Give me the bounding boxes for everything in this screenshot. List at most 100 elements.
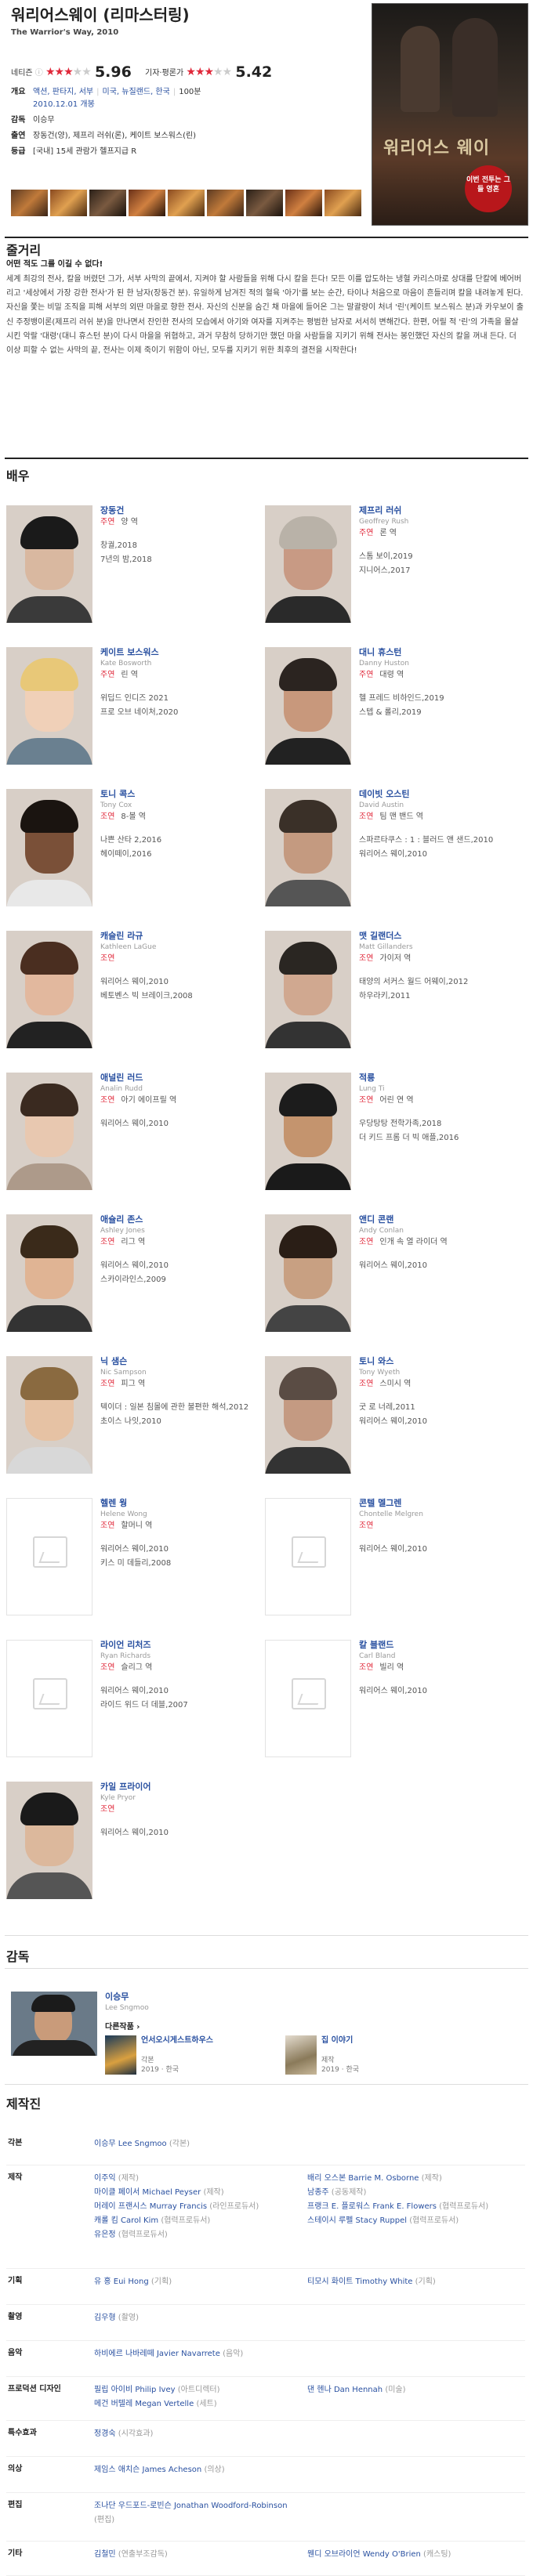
other-works-label[interactable]: 다른작품 ›: [105, 2021, 513, 2033]
actor-photo[interactable]: [265, 1214, 351, 1332]
crew-name[interactable]: 제임스 애치슨 James Acheson: [94, 2466, 201, 2474]
no-photo-placeholder[interactable]: [6, 1498, 92, 1615]
crew-member[interactable]: 메건 버텔레 Megan Vertelle (세트): [94, 2397, 298, 2411]
crew-member[interactable]: 남종주 (공동제작): [307, 2186, 525, 2200]
cast-member[interactable]: 캐슬린 라규 Kathleen LaGue 조연 워리어스 웨이,2010 베토벤스 빅…: [6, 931, 265, 1048]
crew-member[interactable]: 유 홍 Eui Hong (기획): [94, 2275, 298, 2289]
crew-name[interactable]: 하비에르 나바레떼 Javier Navarrete: [94, 2350, 220, 2358]
crew-member[interactable]: 이승무 Lee Sngmoo (각본): [94, 2137, 298, 2151]
crew-name[interactable]: 이주익: [94, 2174, 116, 2183]
director-link[interactable]: 이승무: [33, 114, 364, 127]
actor-work[interactable]: 스텝 & 롤리,2019: [359, 706, 524, 720]
actor-work[interactable]: 초이스 나잇,2010: [100, 1415, 265, 1429]
crew-member[interactable]: 머레이 프랜시스 Murray Francis (라인프로듀서): [94, 2200, 298, 2214]
actor-name[interactable]: 캐슬린 라규: [100, 931, 265, 942]
crew-member[interactable]: 정경숙 (시각효과): [94, 2427, 298, 2441]
actor-photo[interactable]: [6, 789, 92, 906]
still-image[interactable]: [168, 190, 205, 216]
actor-work[interactable]: 워리어스 웨이,2010: [359, 1684, 524, 1699]
cast-member[interactable]: 토니 콕스 Tony Cox 조연 8-볼 역 나쁜 산타 2,2016 헤이떼이,201…: [6, 789, 265, 906]
actor-name[interactable]: 헬렌 웡: [100, 1498, 265, 1509]
genre-link[interactable]: 액션, 판타지, 서부: [33, 88, 93, 96]
cast-member[interactable]: 애널린 러드 Analin Rudd 조연 아기 에이프릴 역 워리어스 웨이,2010: [6, 1073, 265, 1190]
crew-name[interactable]: 마이클 페이서 Michael Peyser: [94, 2188, 201, 2197]
cast-member[interactable]: 대니 휴스턴 Danny Huston 주연 대령 역헬 프레드 비하인드,2019 스…: [265, 647, 524, 765]
actor-work[interactable]: 하우라키,2011: [359, 990, 524, 1004]
still-image[interactable]: [246, 190, 283, 216]
actor-name[interactable]: 애슐리 존스: [100, 1214, 265, 1225]
crew-member[interactable]: 하비에르 나바레떼 Javier Navarrete (음악): [94, 2347, 298, 2361]
actor-work[interactable]: 텍이더 : 일본 침몰에 관한 불편한 해석,2012: [100, 1401, 265, 1415]
crew-name[interactable]: 웬디 오브라이언 Wendy O'Brien: [307, 2550, 421, 2559]
movie-poster[interactable]: 워리어스 웨이 이번 전투는 그들 영혼: [372, 3, 528, 226]
actor-name[interactable]: 카일 프라이어: [100, 1782, 265, 1793]
cast-member[interactable]: 케이트 보스워스 Kate Bosworth 주연 린 역 위딥드 인디즈 2021 프로…: [6, 647, 265, 765]
still-image[interactable]: [50, 190, 87, 216]
actor-name[interactable]: 적룡: [359, 1073, 524, 1084]
release-date[interactable]: 2010.12.01 개봉: [33, 100, 95, 109]
crew-member[interactable]: 김철민 (연출부조감독): [94, 2548, 298, 2562]
no-photo-placeholder[interactable]: [265, 1498, 351, 1615]
country-link[interactable]: 미국, 뉴질랜드, 한국: [103, 88, 170, 96]
crew-member[interactable]: 제임스 애치슨 James Acheson (의상): [94, 2463, 298, 2477]
crew-name[interactable]: 남종주: [307, 2188, 329, 2197]
cast-member[interactable]: 장동건 주연 양 역 창궐,2018 7년의 밤,2018: [6, 505, 265, 623]
actor-work[interactable]: 스카이라인스,2009: [100, 1273, 265, 1287]
info-icon[interactable]: ⓘ: [35, 69, 43, 78]
crew-name[interactable]: 김우형: [94, 2314, 116, 2322]
cast-member[interactable]: 헬렌 웡 Helene Wong 조연 할머니 역 워리어스 웨이,2010 키스 미 데…: [6, 1498, 265, 1615]
crew-member[interactable]: 유은정 (협력프로듀서): [94, 2228, 298, 2242]
crew-member[interactable]: 마이클 페이서 Michael Peyser (제작): [94, 2186, 298, 2200]
cast-member[interactable]: 제프리 러쉬 Geoffrey Rush 주연 론 역 스톰 보이,2019 지니어스,2…: [265, 505, 524, 623]
crew-member[interactable]: 김우형 (촬영): [94, 2311, 298, 2325]
actor-work[interactable]: 7년의 밤,2018: [100, 553, 265, 567]
still-image[interactable]: [285, 190, 322, 216]
actor-work[interactable]: 우당탕탕 전학가족,2018: [359, 1117, 524, 1131]
still-image[interactable]: [325, 190, 361, 216]
crew-name[interactable]: 유은정: [94, 2230, 116, 2239]
cast-member[interactable]: 카일 프라이어 Kyle Pryor 조연 워리어스 웨이,2010: [6, 1782, 265, 1899]
cast-member[interactable]: 라이언 리처즈 Ryan Richards 조연 슬리그 역 워리어스 웨이,2010 라…: [6, 1640, 265, 1757]
cast-links[interactable]: 장동건(양), 제프리 러쉬(론), 케이트 보스워스(린): [33, 130, 364, 143]
crew-name[interactable]: 배리 오스본 Barrie M. Osborne: [307, 2174, 419, 2183]
cast-member[interactable]: 적룡 Lung Ti 조연 어린 연 역 우당탕탕 전학가족,2018 더 키드 프롬 더…: [265, 1073, 524, 1190]
cast-member[interactable]: 맷 길랜더스 Matt Gillanders 조연 가이저 역 태양의 서커스 월드 어…: [265, 931, 524, 1048]
actor-work[interactable]: 워리어스 웨이,2010: [100, 1543, 265, 1557]
actor-work[interactable]: 워리어스 웨이,2010: [100, 975, 265, 990]
actor-name[interactable]: 장동건: [100, 505, 265, 516]
actor-name[interactable]: 칼 블랜드: [359, 1640, 524, 1651]
actor-work[interactable]: 굿 로 너레,2011: [359, 1401, 524, 1415]
grade-link[interactable]: [국내] 15세 관람가 헬프지급 R: [33, 146, 364, 158]
still-image[interactable]: [11, 190, 48, 216]
crew-member[interactable]: 웬디 오브라이언 Wendy O'Brien (캐스팅): [307, 2548, 525, 2562]
actor-name[interactable]: 토니 와스: [359, 1356, 524, 1367]
crew-member[interactable]: 조나단 우드포드-로빈슨 Jonathan Woodford-Robinson …: [94, 2499, 298, 2527]
actor-work[interactable]: 스톰 보이,2019: [359, 550, 524, 564]
cast-member[interactable]: 칼 블랜드 Carl Bland 조연 빌리 역 워리어스 웨이,2010: [265, 1640, 524, 1757]
crew-name[interactable]: 조나단 우드포드-로빈슨 Jonathan Woodford-Robinson: [94, 2502, 288, 2510]
actor-photo[interactable]: [265, 647, 351, 765]
crew-name[interactable]: 정경숙: [94, 2429, 116, 2438]
actor-photo[interactable]: [6, 931, 92, 1048]
actor-work[interactable]: 지니어스,2017: [359, 564, 524, 578]
still-image[interactable]: [89, 190, 126, 216]
no-photo-placeholder[interactable]: [265, 1640, 351, 1757]
no-photo-placeholder[interactable]: [6, 1640, 92, 1757]
crew-name[interactable]: 필립 아이비 Philip Ivey: [94, 2386, 176, 2394]
still-image[interactable]: [129, 190, 165, 216]
actor-name[interactable]: 맷 길랜더스: [359, 931, 524, 942]
actor-work[interactable]: 프로 오브 네이처,2020: [100, 706, 265, 720]
actor-work[interactable]: 스파르타쿠스 : 1 : 블러드 앤 샌드,2010: [359, 834, 524, 848]
crew-member[interactable]: 필립 아이비 Philip Ivey (아트디렉터): [94, 2383, 298, 2397]
actor-name[interactable]: 닉 샘슨: [100, 1356, 265, 1367]
crew-member[interactable]: 배리 오스본 Barrie M. Osborne (제작): [307, 2172, 525, 2186]
actor-work[interactable]: 키스 미 데들리,2008: [100, 1557, 265, 1571]
actor-photo[interactable]: [265, 1356, 351, 1474]
crew-member[interactable]: 티모시 화이트 Timothy White (기획): [307, 2275, 525, 2289]
crew-name[interactable]: 프랭크 E. 플로워스 Frank E. Flowers: [307, 2202, 437, 2211]
actor-photo[interactable]: [6, 647, 92, 765]
crew-member[interactable]: 이주익 (제작): [94, 2172, 298, 2186]
other-work-item[interactable]: 언서오시게스트하우스 각본 2019 · 한국: [105, 2035, 262, 2075]
crew-name[interactable]: 유 홍 Eui Hong: [94, 2278, 149, 2286]
cast-member[interactable]: 닉 샘슨 Nic Sampson 조연 피그 역 텍이더 : 일본 침몰에 관한 불편한…: [6, 1356, 265, 1474]
